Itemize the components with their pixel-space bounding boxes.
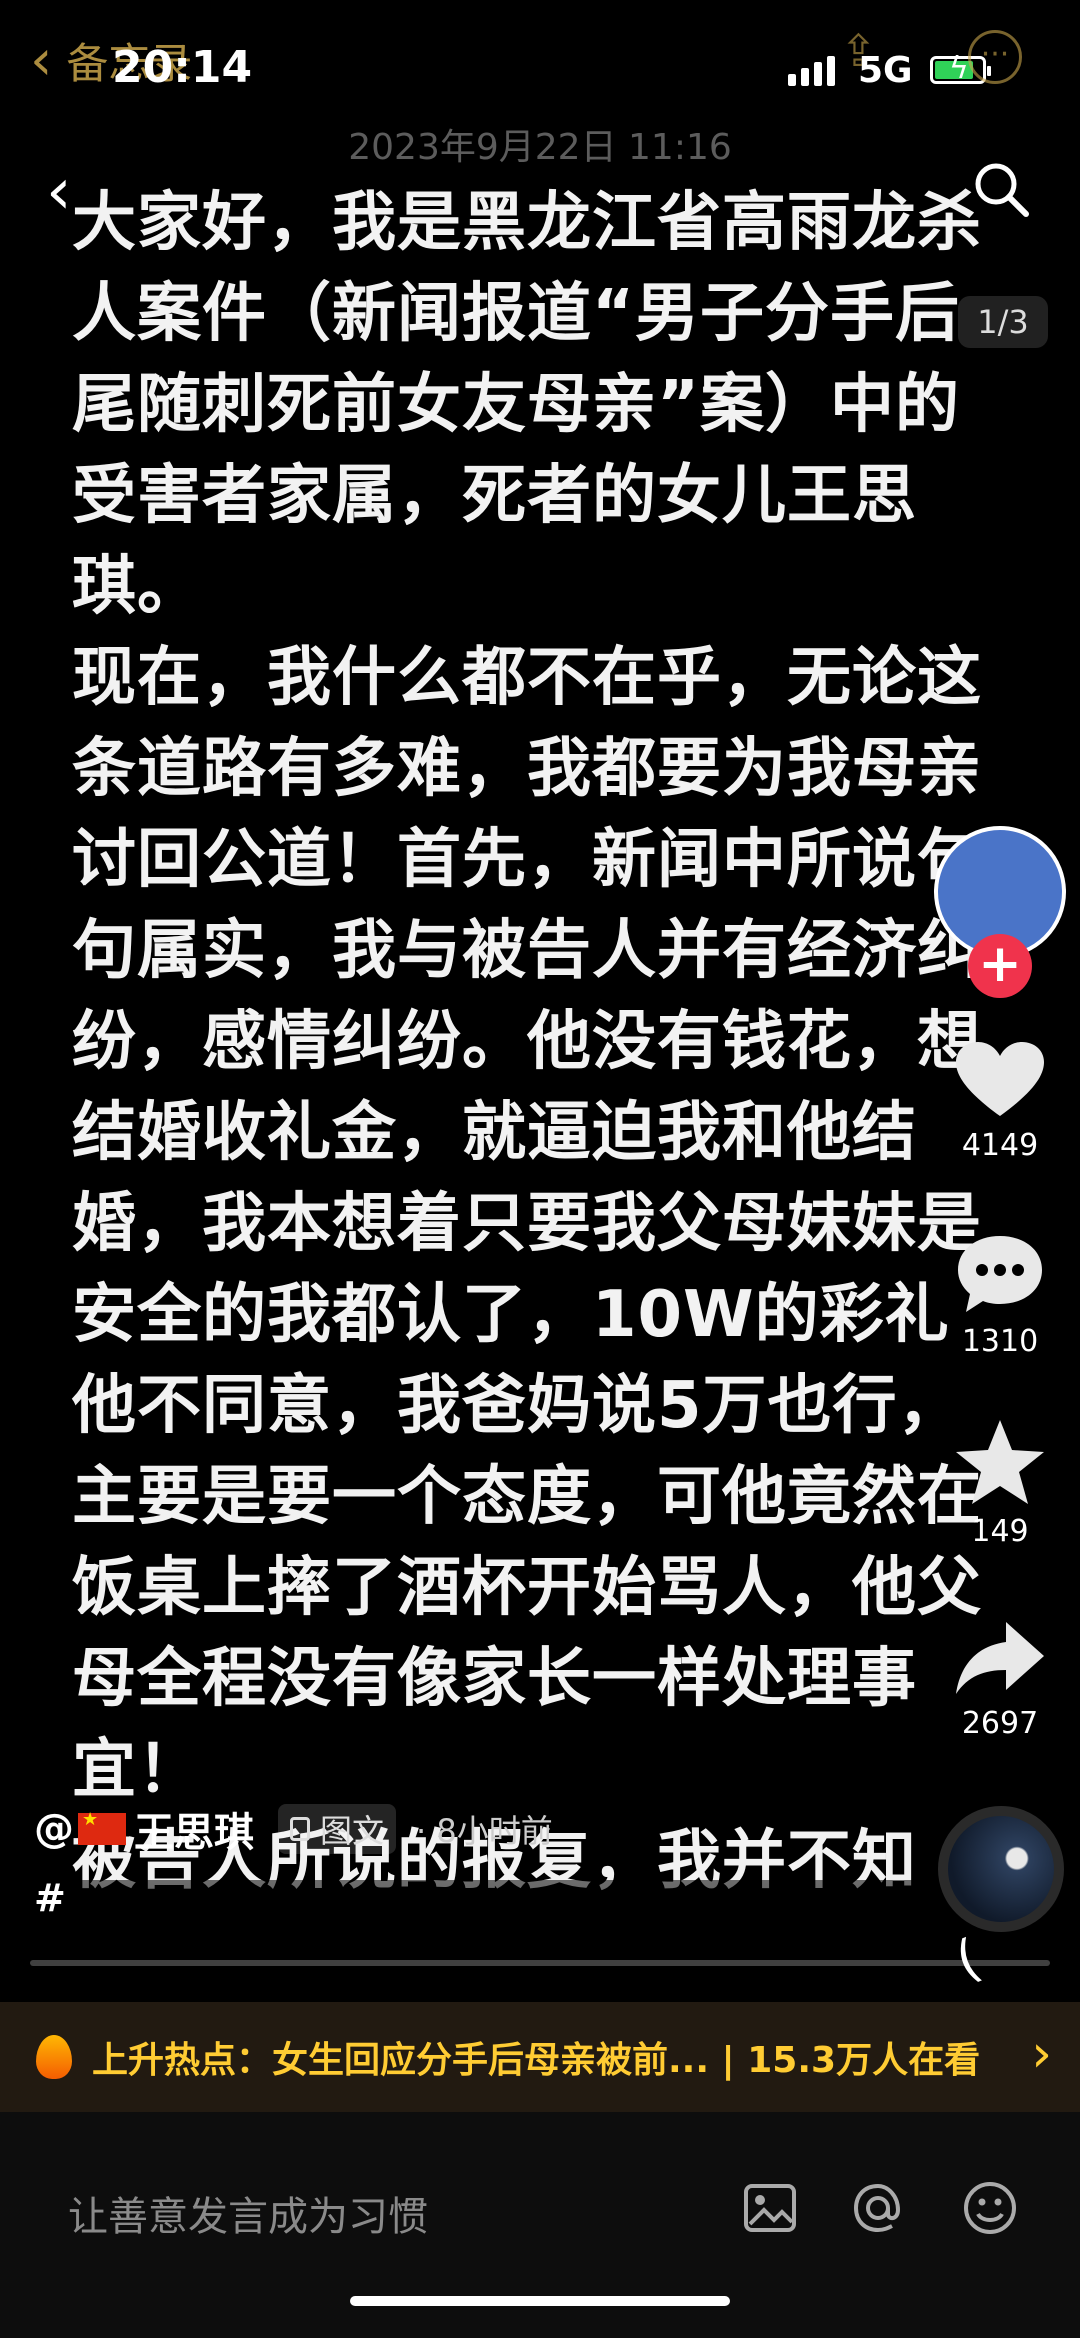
flame-icon <box>36 2035 72 2079</box>
at-icon[interactable] <box>848 2178 908 2238</box>
comment-icon <box>958 1236 1042 1312</box>
follow-button[interactable]: + <box>968 934 1032 998</box>
comment-input[interactable]: 让善意发言成为习惯 <box>68 2184 428 2242</box>
signal-icon <box>788 56 835 86</box>
note-body: 大家好，我是黑龙江省高雨龙杀人案件（新闻报道“男子分手后尾随刺死前女友母亲”案）… <box>72 178 1012 1907</box>
status-bar: ‹ 备忘录 20:14 ⇪ 5G ϟ ··· <box>0 0 1080 130</box>
more-icon[interactable]: ··· <box>968 30 1022 84</box>
post-type-label: 图文 <box>320 1812 385 1850</box>
image-icon[interactable] <box>740 2178 800 2238</box>
like-count: 4149 <box>961 1128 1039 1163</box>
network-type: 5G <box>858 50 913 91</box>
at-symbol: @ <box>34 1806 74 1852</box>
hot-topic-text: 上升热点：女生回应分手后母亲被前... | 15.3万人在看 <box>92 2040 981 2081</box>
share-arrow-icon <box>956 1622 1044 1694</box>
hashtag[interactable]: # <box>34 1876 66 1920</box>
emoji-icon[interactable] <box>960 2178 1020 2238</box>
like-button[interactable]: 4149 <box>940 1040 1060 1163</box>
hot-topic-banner[interactable]: 上升热点：女生回应分手后母亲被前... | 15.3万人在看 › <box>0 2002 1080 2112</box>
share-count: 2697 <box>961 1706 1039 1741</box>
comment-count: 1310 <box>961 1324 1039 1359</box>
star-icon <box>956 1420 1044 1504</box>
post-time: · 8小时前 <box>416 1812 553 1850</box>
share-button[interactable]: 2697 <box>940 1618 1060 1741</box>
author-name[interactable]: 王思琪 <box>134 1800 254 1858</box>
chevron-right-icon: › <box>1031 2024 1052 2084</box>
note-date: 2023年9月22日 11:16 <box>348 127 732 168</box>
music-disc[interactable] <box>938 1806 1064 1932</box>
post-type-tag: 图文 <box>278 1804 397 1854</box>
paragraph: 现在，我什么都不在乎，无论这条道路有多难，我都要为我母亲讨回公道！首先，新闻中所… <box>72 641 982 1807</box>
paragraph: 大家好，我是黑龙江省高雨龙杀人案件（新闻报道“男子分手后尾随刺死前女友母亲”案）… <box>72 186 982 624</box>
clock: 20:14 <box>112 42 253 93</box>
page-progress-bar <box>30 1960 1050 1966</box>
image-post-icon <box>290 1817 310 1841</box>
chevron-left-icon: ‹ <box>30 27 53 93</box>
home-indicator <box>350 2296 730 2306</box>
author-line[interactable]: @ 王思琪 图文 · 8小时前 <box>34 1800 553 1858</box>
favorite-count: 149 <box>971 1514 1029 1549</box>
china-flag-icon <box>78 1809 126 1845</box>
heart-icon <box>956 1042 1044 1116</box>
back-button[interactable]: ‹ <box>46 160 72 224</box>
favorite-button[interactable]: 149 <box>940 1418 1060 1549</box>
comment-button[interactable]: 1310 <box>940 1232 1060 1359</box>
